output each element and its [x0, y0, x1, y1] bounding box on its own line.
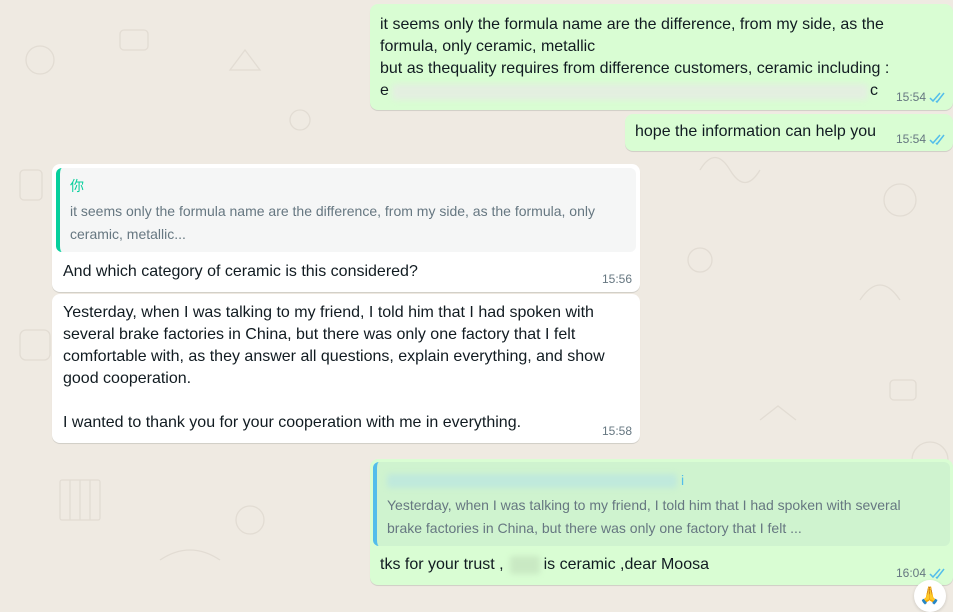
quoted-text: Yesterday, when I was talking to my frie…: [387, 497, 901, 536]
message-meta: 15:56: [602, 272, 632, 286]
read-double-tick-icon: [929, 568, 945, 579]
message-text: Yesterday, when I was talking to my frie…: [63, 304, 605, 431]
message-text-line: formula, only ceramic, metallic: [380, 38, 596, 55]
message-meta: 15:58: [602, 424, 632, 438]
quoted-author: 你: [70, 178, 84, 194]
read-double-tick-icon: [929, 134, 945, 145]
redacted-author: [387, 474, 677, 488]
quoted-author: i: [681, 472, 685, 488]
folded-hands-icon[interactable]: 🙏: [914, 580, 946, 612]
message-text-line: it seems only the formula name are the d…: [380, 16, 884, 33]
message-text: tks for your trust ,: [380, 556, 504, 573]
message-meta: 15:54: [896, 132, 947, 146]
message-text: And which category of ceramic is this co…: [63, 263, 418, 280]
quoted-message[interactable]: i Yesterday, when I was talking to my fr…: [373, 462, 950, 546]
message-time: 15:54: [895, 90, 926, 104]
message-text-line: but as thequality requires from differen…: [380, 60, 890, 77]
message-time: 16:04: [895, 566, 926, 580]
incoming-message[interactable]: 你 it seems only the formula name are the…: [52, 164, 640, 292]
outgoing-message[interactable]: i Yesterday, when I was talking to my fr…: [370, 459, 953, 585]
outgoing-message[interactable]: it seems only the formula name are the d…: [370, 4, 953, 110]
message-time: 15:58: [601, 424, 632, 438]
message-text: is ceramic ,dear Moosa: [543, 556, 709, 573]
message-text-line: e: [380, 82, 389, 99]
incoming-message[interactable]: Yesterday, when I was talking to my frie…: [52, 294, 640, 443]
message-text: hope the information can help you: [635, 123, 877, 140]
message-meta: 15:54: [896, 90, 947, 104]
message-meta: 16:04: [896, 566, 947, 580]
read-double-tick-icon: [929, 92, 945, 103]
redacted-text: [509, 556, 540, 574]
redacted-text: [392, 84, 868, 100]
quoted-text: it seems only the formula name are the d…: [70, 203, 595, 242]
message-text-line: c: [870, 82, 878, 99]
quoted-message[interactable]: 你 it seems only the formula name are the…: [56, 168, 636, 252]
message-time: 15:54: [895, 132, 926, 146]
message-time: 15:56: [601, 272, 632, 286]
message-text-row: tks for your trust , is ceramic ,dear Mo…: [380, 554, 709, 576]
outgoing-message[interactable]: hope the information can help you 15:54: [625, 114, 953, 151]
